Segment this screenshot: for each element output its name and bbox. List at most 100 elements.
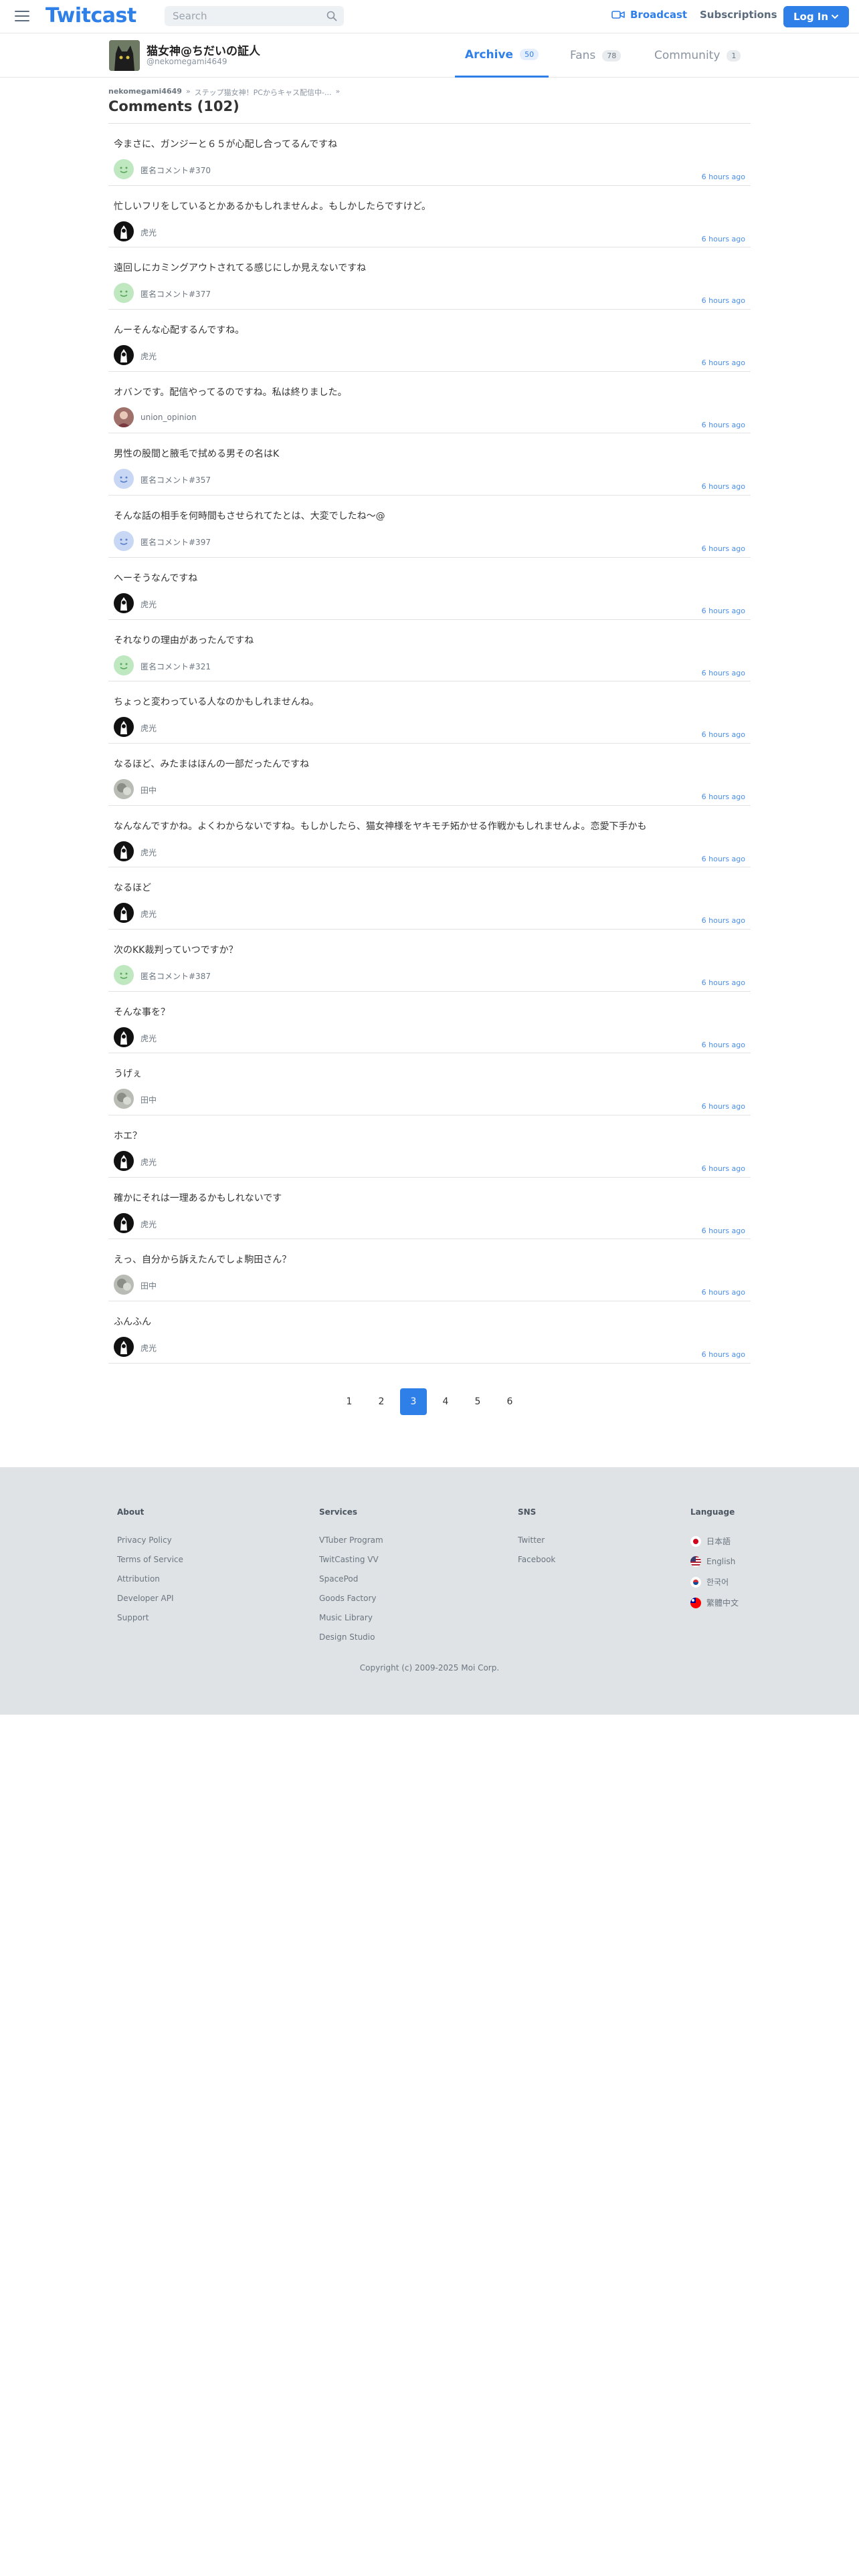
comment-username[interactable]: union_opinion <box>140 413 197 422</box>
user-avatar[interactable] <box>114 1212 134 1233</box>
footer-link[interactable]: TwitCasting VV <box>319 1555 383 1564</box>
breadcrumb-separator: » <box>335 87 341 96</box>
comment-username[interactable]: 虎光 <box>140 908 157 920</box>
comment-username[interactable]: 虎光 <box>140 847 157 858</box>
footer-link-twitter[interactable]: Twitter <box>518 1535 555 1545</box>
comment-timestamp[interactable]: 6 hours ago <box>702 544 745 553</box>
user-avatar[interactable] <box>114 841 134 861</box>
footer-link[interactable]: SpacePod <box>319 1574 383 1584</box>
comment-timestamp[interactable]: 6 hours ago <box>702 296 745 305</box>
tab-fans[interactable]: Fans 78 <box>570 33 622 78</box>
language-korean[interactable]: 한국어 <box>690 1576 739 1588</box>
comment-timestamp[interactable]: 6 hours ago <box>702 1164 745 1173</box>
comment-username[interactable]: 匿名コメント#370 <box>140 165 211 176</box>
comment-username[interactable]: 田中 <box>140 784 157 796</box>
comment-timestamp[interactable]: 6 hours ago <box>702 1288 745 1297</box>
footer-language: Language 日本語 English 한국어 繁體中文 <box>690 1507 739 1618</box>
user-avatar[interactable] <box>114 717 134 738</box>
comment-timestamp[interactable]: 6 hours ago <box>702 358 745 367</box>
breadcrumb-user-link[interactable]: nekomegami4649 <box>108 87 182 98</box>
language-english[interactable]: English <box>690 1556 739 1567</box>
page-button[interactable]: 2 <box>368 1388 395 1415</box>
menu-icon[interactable] <box>15 9 29 23</box>
comment-username[interactable]: 匿名コメント#397 <box>140 536 211 548</box>
comment-timestamp[interactable]: 6 hours ago <box>702 1350 745 1359</box>
comment-username[interactable]: 虎光 <box>140 1342 157 1354</box>
breadcrumb-movie-link[interactable]: ステップ猫女神！PCからキャス配信中-... <box>195 87 332 98</box>
page-button[interactable]: 4 <box>432 1388 459 1415</box>
comment-username[interactable]: 虎光 <box>140 227 157 238</box>
user-avatar[interactable] <box>114 1275 134 1295</box>
user-avatar[interactable] <box>114 345 134 366</box>
breadcrumb-separator: » <box>185 87 191 96</box>
page-button[interactable]: 1 <box>336 1388 363 1415</box>
comment-timestamp[interactable]: 6 hours ago <box>702 173 745 181</box>
comment-username[interactable]: 匿名コメント#377 <box>140 288 211 300</box>
user-avatar[interactable] <box>114 593 134 613</box>
login-button[interactable]: Log In <box>783 6 849 27</box>
search-input[interactable] <box>165 6 318 26</box>
footer-link[interactable]: Support <box>117 1613 183 1622</box>
user-avatar[interactable] <box>114 283 134 304</box>
user-avatar[interactable] <box>114 1027 134 1047</box>
footer-link-facebook[interactable]: Facebook <box>518 1555 555 1564</box>
footer-link[interactable]: VTuber Program <box>319 1535 383 1545</box>
comment-timestamp[interactable]: 6 hours ago <box>702 235 745 243</box>
comment-username[interactable]: 虎光 <box>140 1156 157 1168</box>
language-traditional-chinese[interactable]: 繁體中文 <box>690 1597 739 1608</box>
comment-timestamp[interactable]: 6 hours ago <box>702 978 745 987</box>
page-button[interactable]: 6 <box>496 1388 523 1415</box>
comment-username[interactable]: 匿名コメント#321 <box>140 661 211 672</box>
user-avatar[interactable] <box>114 407 134 427</box>
user-avatar[interactable] <box>114 1089 134 1109</box>
comment-username[interactable]: 虎光 <box>140 599 157 610</box>
comment-username[interactable]: 田中 <box>140 1280 157 1291</box>
comment-timestamp[interactable]: 6 hours ago <box>702 669 745 677</box>
comment-username[interactable]: 虎光 <box>140 722 157 734</box>
footer-link[interactable]: Privacy Policy <box>117 1535 183 1545</box>
comment-timestamp[interactable]: 6 hours ago <box>702 1041 745 1049</box>
user-avatar[interactable] <box>114 903 134 924</box>
user-avatar[interactable] <box>114 221 134 241</box>
user-avatar[interactable] <box>114 655 134 675</box>
comment-username[interactable]: 匿名コメント#357 <box>140 474 211 486</box>
footer-link[interactable]: Attribution <box>117 1574 183 1584</box>
language-japanese[interactable]: 日本語 <box>690 1535 739 1547</box>
comment-timestamp[interactable]: 6 hours ago <box>702 1226 745 1235</box>
comment-username[interactable]: 虎光 <box>140 350 157 362</box>
user-avatar[interactable] <box>114 531 134 552</box>
user-avatar[interactable] <box>114 1151 134 1171</box>
comment-timestamp[interactable]: 6 hours ago <box>702 421 745 429</box>
tab-community[interactable]: Community 1 <box>654 33 741 78</box>
footer-link[interactable]: Terms of Service <box>117 1555 183 1564</box>
comment-username[interactable]: 虎光 <box>140 1033 157 1044</box>
footer-link[interactable]: Design Studio <box>319 1632 383 1642</box>
comment-username[interactable]: 田中 <box>140 1094 157 1105</box>
page-button[interactable]: 5 <box>464 1388 491 1415</box>
comment-timestamp[interactable]: 6 hours ago <box>702 730 745 739</box>
user-avatar[interactable] <box>114 964 134 985</box>
subscriptions-link[interactable]: Subscriptions <box>700 9 777 21</box>
user-avatar[interactable] <box>114 469 134 490</box>
footer-link[interactable]: Developer API <box>117 1594 183 1603</box>
comment-username[interactable]: 虎光 <box>140 1218 157 1230</box>
comment-timestamp[interactable]: 6 hours ago <box>702 916 745 925</box>
comment-timestamp[interactable]: 6 hours ago <box>702 482 745 491</box>
twitcast-logo[interactable]: Twitcast <box>45 4 136 27</box>
footer-link[interactable]: Music Library <box>319 1613 383 1622</box>
broadcast-button[interactable]: Broadcast <box>611 9 687 21</box>
comment-timestamp[interactable]: 6 hours ago <box>702 792 745 801</box>
user-avatar[interactable] <box>114 159 134 179</box>
search-icon[interactable] <box>326 11 337 21</box>
user-avatar[interactable] <box>114 1337 134 1358</box>
comment-timestamp[interactable]: 6 hours ago <box>702 855 745 863</box>
page-button-current[interactable]: 3 <box>400 1388 427 1415</box>
comment-timestamp[interactable]: 6 hours ago <box>702 1102 745 1111</box>
footer-link[interactable]: Goods Factory <box>319 1594 383 1603</box>
comment-timestamp[interactable]: 6 hours ago <box>702 607 745 615</box>
profile-name[interactable]: 猫女神@ちだいの証人 <box>147 41 260 58</box>
user-avatar[interactable] <box>114 778 134 799</box>
comment-username[interactable]: 匿名コメント#387 <box>140 970 211 982</box>
profile-avatar[interactable] <box>109 40 140 71</box>
tab-archive[interactable]: Archive 50 <box>455 33 549 78</box>
